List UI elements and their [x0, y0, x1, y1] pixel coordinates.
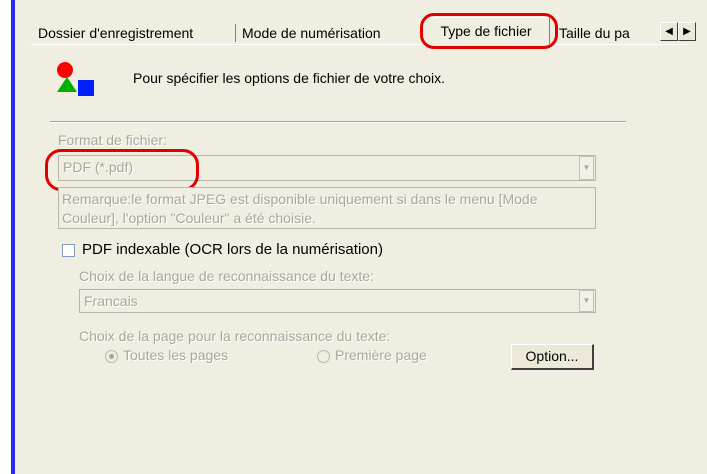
chevron-down-icon[interactable]: ▼: [579, 156, 594, 180]
format-remark-text: Remarque:le format JPEG est disponible u…: [62, 191, 538, 226]
radio-selected-dot: [109, 354, 114, 359]
format-label: Format de fichier:: [58, 132, 167, 148]
arrow-right-icon: ▶: [683, 26, 691, 37]
arrow-left-icon: ◀: [665, 26, 673, 37]
tab-highlight-annotation: [420, 13, 558, 49]
radio-all-pages[interactable]: [105, 350, 118, 363]
tab-scroll-left-button[interactable]: ◀: [660, 22, 678, 41]
format-remark-box: Remarque:le format JPEG est disponible u…: [58, 187, 596, 229]
radio-first-page[interactable]: [317, 350, 330, 363]
divider: [50, 121, 626, 123]
language-label: Choix de la langue de reconnaissance du …: [79, 268, 374, 284]
pdf-indexable-label: PDF indexable (OCR lors de la numérisati…: [82, 241, 383, 258]
page-choice-label: Choix de la page pour la reconnaissance …: [79, 328, 391, 344]
radio-all-pages-label: Toutes les pages: [123, 347, 229, 363]
language-select[interactable]: Francais ▼: [79, 289, 596, 313]
shapes-icon: [57, 62, 94, 96]
radio-first-page-label: Première page: [335, 347, 427, 363]
option-button[interactable]: Option...: [511, 344, 594, 370]
tab-mode-numerisation[interactable]: Mode de numérisation: [242, 22, 420, 44]
intro-text: Pour spécifier les options de fichier de…: [133, 70, 446, 86]
tab-baseline: [549, 44, 689, 45]
tab-taille-page[interactable]: Taille du pa: [559, 22, 659, 44]
tab-separator: [235, 24, 236, 42]
language-select-value: Francais: [84, 293, 138, 309]
chevron-down-icon[interactable]: ▼: [579, 290, 594, 312]
pdf-indexable-checkbox[interactable]: [62, 244, 75, 257]
tab-dossier-enregistrement[interactable]: Dossier d'enregistrement: [38, 22, 230, 44]
tab-scroll-right-button[interactable]: ▶: [678, 22, 696, 41]
tab-baseline: [31, 44, 422, 45]
format-highlight-annotation: [45, 149, 199, 191]
